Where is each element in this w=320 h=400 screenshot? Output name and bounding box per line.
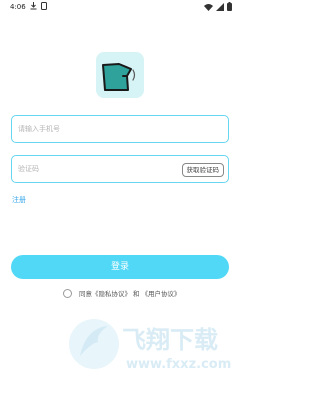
status-right-icons	[204, 2, 232, 11]
agreement-joiner: 和	[133, 290, 140, 298]
user-agreement-link[interactable]: 《用户协议》	[142, 288, 181, 298]
app-logo	[96, 52, 144, 98]
register-link[interactable]: 注册	[12, 195, 26, 205]
watermark-logo: 飞翔下载 www.fxxz.com	[69, 319, 231, 372]
status-bar: 4:06	[0, 0, 240, 14]
status-left-icons	[30, 2, 47, 10]
notification-icon	[41, 2, 47, 10]
code-placeholder: 验证码	[18, 165, 39, 173]
verification-code-input[interactable]: 验证码 获取验证码	[11, 155, 229, 183]
phone-placeholder: 请输入手机号	[18, 125, 60, 133]
battery-icon	[227, 2, 232, 11]
phone-input[interactable]: 请输入手机号	[11, 115, 229, 143]
login-button[interactable]: 登录	[11, 255, 229, 279]
wifi-icon	[204, 3, 213, 11]
download-icon	[30, 2, 37, 10]
agreement-prefix: 同意	[79, 290, 92, 298]
privacy-policy-link[interactable]: 《隐私协议》	[92, 288, 131, 298]
agreement-row: 同意 《隐私协议》 和 《用户协议》	[63, 288, 181, 298]
watermark-url: www.fxxz.com	[126, 357, 231, 372]
signal-icon	[216, 2, 224, 11]
app-logo-icon	[102, 63, 136, 91]
status-time: 4:06	[10, 3, 26, 11]
get-code-button[interactable]: 获取验证码	[181, 163, 224, 177]
agree-checkbox[interactable]	[63, 288, 72, 298]
watermark-title: 飞翔下载	[122, 326, 218, 354]
